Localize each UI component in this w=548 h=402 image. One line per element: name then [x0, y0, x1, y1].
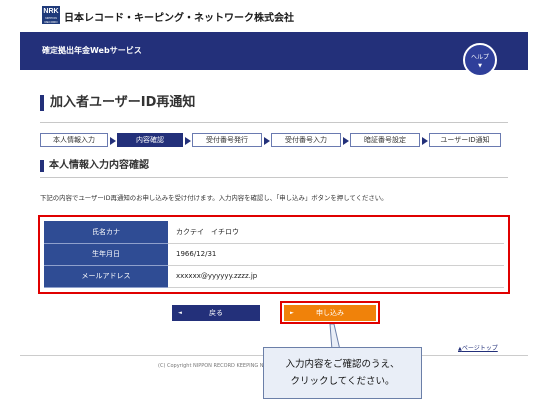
page-title: 加入者ユーザーID再通知: [50, 95, 196, 110]
name-kana-value: カクテイ イチロウ: [168, 221, 504, 244]
section-divider: [40, 177, 508, 178]
step-arrow-icon: [185, 137, 191, 145]
intro-text: 下記の内容でユーザーID再通知のお申し込みを受け付けます。入力内容を確認し、「申…: [40, 194, 388, 202]
title-divider: [40, 122, 508, 123]
step-5: 暗証番号設定: [350, 133, 428, 147]
instruction-callout: 入力内容をご確認のうえ、 クリックしてください。: [263, 347, 422, 399]
step-arrow-icon: [264, 137, 270, 145]
step-2-active: 内容確認: [117, 133, 191, 147]
back-button[interactable]: ◄ 戻る: [172, 305, 260, 321]
apply-button-label: 申し込み: [316, 309, 344, 317]
progress-steps: 本人情報入力 内容確認 受付番号発行 受付番号入力 暗証番号設定 ユーザーID通…: [40, 133, 510, 147]
step-6: ユーザーID通知: [429, 133, 501, 147]
logo-subtext: NIPPON RECORD KEEPING NETWORK: [43, 16, 59, 32]
copyright-text: (C) Copyright NIPPON RECORD KEEPING NE: [158, 363, 267, 369]
company-logo: NRK NIPPON RECORD KEEPING NETWORK: [42, 6, 60, 32]
step-1: 本人情報入力: [40, 133, 116, 147]
top-header: NRK NIPPON RECORD KEEPING NETWORK 日本レコード…: [0, 0, 548, 32]
page-title-block: 加入者ユーザーID再通知: [40, 95, 195, 111]
table-row: 生年月日 1966/12/31: [44, 243, 504, 266]
step-arrow-icon: [110, 137, 116, 145]
section-title-block: 本人情報入力内容確認: [40, 160, 149, 172]
company-name: 日本レコード・キーピング・ネットワーク株式会社: [64, 13, 294, 24]
chevron-down-icon: ▼: [478, 63, 482, 69]
logo-text: NRK: [43, 8, 59, 15]
service-nav-bar: 確定拠出年金Webサービス ヘルプ ▼: [20, 32, 528, 77]
section-title: 本人情報入力内容確認: [49, 160, 149, 171]
back-button-label: 戻る: [209, 309, 223, 317]
email-label: メールアドレス: [44, 265, 168, 288]
step-arrow-icon: [422, 137, 428, 145]
help-button[interactable]: ヘルプ ▼: [463, 43, 497, 77]
callout-line-1: 入力内容をご確認のうえ、: [285, 359, 400, 370]
service-name: 確定拠出年金Webサービス: [42, 46, 142, 55]
page-top-link[interactable]: ▲ページトップ: [458, 343, 498, 352]
arrow-right-icon: ►: [290, 310, 294, 316]
help-label: ヘルプ: [470, 54, 489, 61]
name-kana-label: 氏名カナ: [44, 221, 168, 244]
page-top-label: ページトップ: [461, 345, 498, 352]
callout-line-2: クリックしてください。: [290, 376, 395, 387]
arrow-left-icon: ◄: [178, 310, 182, 316]
apply-button[interactable]: ► 申し込み: [284, 305, 376, 321]
birthdate-label: 生年月日: [44, 243, 168, 266]
step-arrow-icon: [343, 137, 349, 145]
confirmation-table: 氏名カナ カクテイ イチロウ 生年月日 1966/12/31 メールアドレス x…: [44, 221, 504, 288]
table-row: 氏名カナ カクテイ イチロウ: [44, 221, 504, 244]
birthdate-value: 1966/12/31: [168, 243, 504, 266]
table-row: メールアドレス xxxxxx@yyyyyy.zzzz.jp: [44, 265, 504, 288]
step-3: 受付番号発行: [192, 133, 270, 147]
email-value: xxxxxx@yyyyyy.zzzz.jp: [168, 265, 504, 288]
step-4: 受付番号入力: [271, 133, 349, 147]
